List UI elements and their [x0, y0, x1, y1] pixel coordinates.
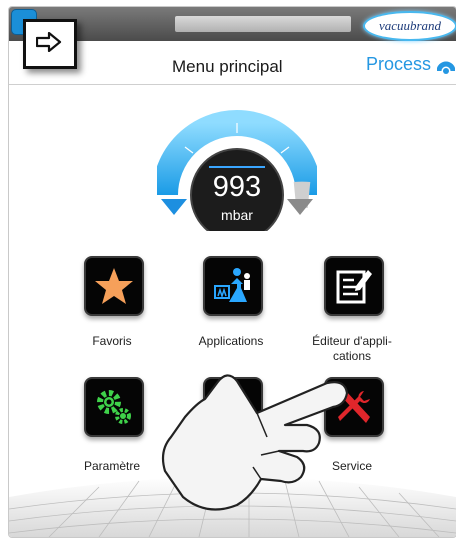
right-arrow-icon: [36, 32, 62, 52]
page-title: Menu principal: [172, 57, 283, 76]
application-editor-button[interactable]: [324, 256, 384, 316]
settings-button[interactable]: [84, 377, 144, 437]
star-icon: [95, 268, 133, 304]
header-divider: [9, 84, 456, 85]
favorites-button[interactable]: [84, 256, 144, 316]
process-status-link[interactable]: Process: [366, 54, 431, 75]
pressure-value: 993: [212, 171, 262, 203]
top-bar-field: [175, 16, 351, 32]
process-indicator-icon[interactable]: [437, 57, 455, 75]
pointing-hand-icon: [161, 374, 349, 511]
applications-button[interactable]: [203, 256, 263, 316]
favorites-label: Favoris: [92, 334, 132, 348]
applications-icon: [214, 268, 250, 302]
gears-icon: [97, 390, 131, 424]
applications-label: Applications: [198, 334, 264, 348]
device-screen: vacuubrand Menu principal Process 993 mb…: [8, 6, 456, 538]
pressure-unit: mbar: [221, 207, 253, 223]
editor-icon: [336, 270, 372, 304]
application-editor-label: Éditeur d'appli- cations: [312, 334, 392, 363]
brand-logo: vacuubrand: [363, 11, 456, 41]
forward-arrow-button[interactable]: [23, 19, 77, 69]
